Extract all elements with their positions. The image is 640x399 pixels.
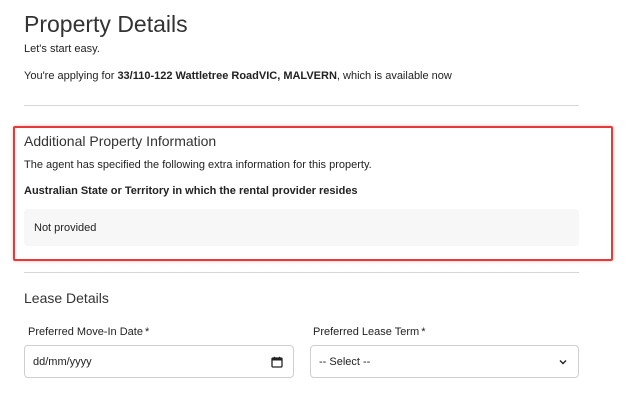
required-mark: *: [144, 326, 150, 338]
lease-term-select[interactable]: -- Select --: [310, 345, 579, 378]
applying-prefix: You're applying for: [24, 70, 118, 82]
move-in-date-input[interactable]: dd/mm/yyyy: [24, 345, 294, 378]
lease-details-heading: Lease Details: [24, 290, 109, 306]
lease-term-label: Preferred Lease Term *: [313, 326, 425, 338]
page-subtitle: Let's start easy.: [24, 43, 100, 55]
section-divider: [24, 272, 579, 273]
page-title: Property Details: [24, 11, 188, 37]
required-mark: *: [421, 326, 426, 338]
move-in-date-label-text: Preferred Move-In Date: [28, 326, 143, 338]
lease-term-selected: -- Select --: [319, 355, 371, 368]
additional-info-question: Australian State or Territory in which t…: [24, 185, 358, 197]
calendar-icon[interactable]: [271, 356, 283, 368]
additional-info-heading: Additional Property Information: [24, 133, 217, 149]
move-in-date-label: Preferred Move-In Date *: [28, 326, 149, 338]
additional-info-answer: Not provided: [24, 209, 579, 246]
applying-for-text: You're applying for 33/110-122 Wattletre…: [24, 70, 452, 82]
applying-suffix: , which is available now: [336, 70, 452, 82]
section-divider: [24, 105, 579, 106]
lease-term-label-text: Preferred Lease Term: [313, 326, 420, 338]
answer-text: Not provided: [34, 221, 97, 234]
property-address: 33/110-122 Wattletree RoadVIC, MALVERN: [117, 70, 337, 82]
date-placeholder: dd/mm/yyyy: [33, 355, 92, 368]
chevron-down-icon: [558, 357, 568, 367]
additional-info-description: The agent has specified the following ex…: [24, 159, 372, 171]
